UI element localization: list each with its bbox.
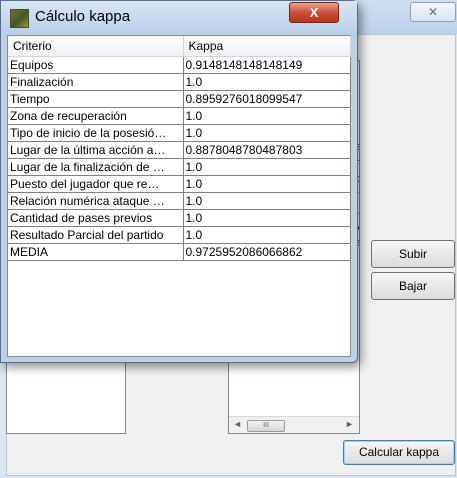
kappa-dialog: Cálculo kappa X Criterio Kappa Equipos 0.…	[0, 0, 358, 363]
table-row[interactable]: Relación numérica ataque … 1.0	[8, 192, 351, 210]
table-row[interactable]: Tiempo 0.8959276018099547	[8, 90, 351, 108]
criterio-cell[interactable]: MEDIA	[8, 243, 184, 261]
table-row[interactable]: Puesto del jugador que re… 1.0	[8, 175, 351, 193]
criterio-cell[interactable]: Resultado Parcial del partido	[8, 226, 184, 244]
kappa-cell[interactable]: 0.8878048780487803	[183, 141, 351, 159]
kappa-table-container: Criterio Kappa Equipos 0.9148148148148149…	[7, 35, 351, 357]
kappa-cell[interactable]: 1.0	[183, 175, 351, 193]
table-row[interactable]: Finalización 1.0	[8, 73, 351, 91]
table-row[interactable]: MEDIA 0.9725952086066862	[8, 243, 351, 261]
dialog-close-button[interactable]: X	[289, 2, 339, 23]
table-row[interactable]: Cantidad de pases previos 1.0	[8, 209, 351, 227]
kappa-cell[interactable]: 1.0	[183, 192, 351, 210]
column-header-kappa[interactable]: Kappa	[183, 36, 351, 57]
table-row[interactable]: Zona de recuperación 1.0	[8, 107, 351, 125]
kappa-cell[interactable]: 1.0	[183, 73, 351, 91]
scroll-thumb[interactable]: III	[247, 420, 285, 432]
table-row[interactable]: Equipos 0.9148148148148149	[8, 56, 351, 74]
background-close-button[interactable]: ✕	[410, 2, 456, 22]
criterio-cell[interactable]: Lugar de la finalización de …	[8, 158, 184, 176]
scroll-right-icon[interactable]: ►	[345, 419, 354, 429]
calcular-kappa-button[interactable]: Calcular kappa	[343, 440, 455, 465]
column-header-criterio[interactable]: Criterio	[8, 36, 184, 57]
scroll-left-icon[interactable]: ◄	[233, 419, 242, 429]
table-row[interactable]: Tipo de inicio de la posesió… 1.0	[8, 124, 351, 142]
criterio-cell[interactable]: Tiempo	[8, 90, 184, 108]
subir-button[interactable]: Subir	[371, 240, 455, 268]
kappa-cell[interactable]: 0.8959276018099547	[183, 90, 351, 108]
kappa-cell[interactable]: 1.0	[183, 107, 351, 125]
table-row[interactable]: Resultado Parcial del partido 1.0	[8, 226, 351, 244]
table-row[interactable]: Lugar de la finalización de … 1.0	[8, 158, 351, 176]
criterio-cell[interactable]: Cantidad de pases previos	[8, 209, 184, 227]
kappa-cell[interactable]: 1.0	[183, 209, 351, 227]
criterio-cell[interactable]: Relación numérica ataque …	[8, 192, 184, 210]
kappa-cell[interactable]: 1.0	[183, 226, 351, 244]
criterio-cell[interactable]: Lugar de la última acción a…	[8, 141, 184, 159]
criterio-cell[interactable]: Finalización	[8, 73, 184, 91]
horizontal-scrollbar[interactable]: ◄ III ►	[229, 416, 359, 433]
kappa-cell[interactable]: 0.9148148148148149	[183, 56, 351, 74]
bajar-button[interactable]: Bajar	[371, 272, 455, 300]
table-row[interactable]: Lugar de la última acción a… 0.8878048780…	[8, 141, 351, 159]
kappa-cell[interactable]: 0.9725952086066862	[183, 243, 351, 261]
criterio-cell[interactable]: Puesto del jugador que re…	[8, 175, 184, 193]
kappa-cell[interactable]: 1.0	[183, 158, 351, 176]
criterio-cell[interactable]: Zona de recuperación	[8, 107, 184, 125]
criterio-cell[interactable]: Equipos	[8, 56, 184, 74]
dialog-title: Cálculo kappa	[35, 8, 131, 25]
kappa-cell[interactable]: 1.0	[183, 124, 351, 142]
criterio-cell[interactable]: Tipo de inicio de la posesió…	[8, 124, 184, 142]
app-icon	[10, 9, 29, 28]
kappa-table: Criterio Kappa Equipos 0.9148148148148149…	[8, 36, 351, 261]
